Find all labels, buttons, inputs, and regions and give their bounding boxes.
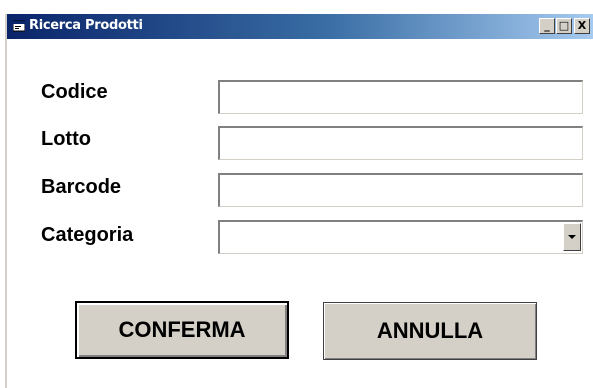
barcode-label: Barcode <box>41 176 122 198</box>
codice-input[interactable] <box>218 80 583 114</box>
categoria-label: Categoria <box>41 224 134 246</box>
search-products-window: Ricerca Prodotti _ □ X Codice Lotto Barc… <box>5 14 593 388</box>
lotto-input[interactable] <box>218 126 583 160</box>
confirm-button[interactable]: CONFERMA <box>75 301 289 359</box>
app-form-icon <box>13 20 25 32</box>
barcode-input[interactable] <box>218 173 583 207</box>
categoria-dropdown-button[interactable] <box>563 223 581 251</box>
codice-label: Codice <box>41 81 108 103</box>
close-button[interactable]: X <box>574 18 590 34</box>
window-title: Ricerca Prodotti <box>29 18 143 33</box>
lotto-label: Lotto <box>41 128 91 150</box>
minimize-button[interactable]: _ <box>539 18 555 34</box>
cancel-button[interactable]: ANNULLA <box>323 302 537 360</box>
maximize-button[interactable]: □ <box>556 18 572 34</box>
chevron-down-icon <box>568 235 576 239</box>
categoria-combobox[interactable] <box>218 220 583 254</box>
title-bar[interactable]: Ricerca Prodotti _ □ X <box>7 14 593 39</box>
